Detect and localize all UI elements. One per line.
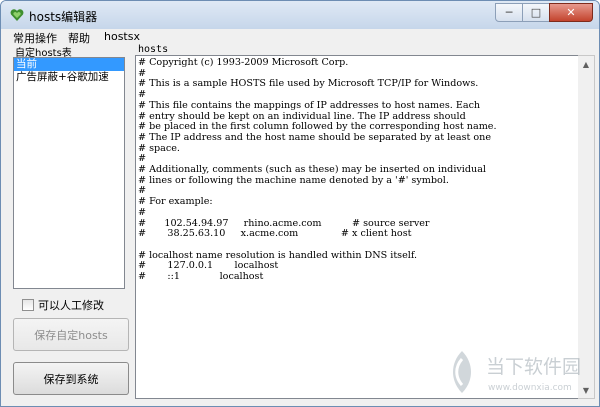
maximize-button[interactable]: □ [522,3,550,22]
title-bar[interactable]: hosts编辑器 ─ □ ✕ [1,1,599,29]
hosts-line: # lines or following the machine name de… [138,174,449,186]
hosts-line: # Copyright (c) 1993-2009 Microsoft Corp… [138,57,349,68]
save-to-system-label: 保存到系统 [43,372,99,386]
manual-edit-checkbox[interactable] [22,299,34,311]
menu-bar: 常用操作 帮助 hostsx [1,29,599,46]
hosts-line: # The IP address and the host name shoul… [138,131,492,143]
hosts-line: # [138,206,147,218]
maximize-icon: □ [530,6,542,19]
save-to-system-button[interactable]: 保存到系统 [13,362,129,395]
hosts-line: # This is a sample HOSTS file used by Mi… [138,78,479,90]
window-controls: ─ □ ✕ [495,3,593,22]
save-custom-hosts-button[interactable]: 保存自定hosts [13,318,129,351]
custom-hosts-list[interactable]: 当前 广告屏蔽+谷歌加速 [13,57,125,289]
watermark-brand: 当下软件园 [486,356,581,378]
app-window: hosts编辑器 ─ □ ✕ 常用操作 帮助 hostsx 自定hosts表 当… [0,0,600,407]
close-icon: ✕ [566,6,576,19]
menu-hostsx[interactable]: hostsx [104,30,140,43]
hosts-line: # ::1 localhost [138,271,264,282]
hosts-line: # This file contains the mappings of IP … [138,99,481,111]
scroll-up-arrow-icon[interactable]: ▲ [578,56,594,72]
list-item-current[interactable]: 当前 [14,58,124,71]
hosts-editor-label: hosts [138,44,169,55]
hosts-line: # 38.25.63.10 x.acme.com # x client host [138,228,412,240]
close-button[interactable]: ✕ [549,3,593,22]
app-heart-icon [10,9,24,21]
minimize-icon: ─ [505,6,513,19]
minimize-button[interactable]: ─ [495,3,523,22]
manual-edit-label: 可以人工修改 [38,299,104,312]
manual-edit-row[interactable]: 可以人工修改 [22,297,104,313]
downxia-watermark: 当下软件园 www.downxia.com [453,351,581,393]
window-title: hosts编辑器 [29,10,98,24]
list-item-adblock-google[interactable]: 广告屏蔽+谷歌加速 [14,71,124,84]
save-custom-hosts-label: 保存自定hosts [34,328,108,342]
watermark-url: www.downxia.com [488,383,572,393]
hosts-line: # For example: [138,196,213,208]
